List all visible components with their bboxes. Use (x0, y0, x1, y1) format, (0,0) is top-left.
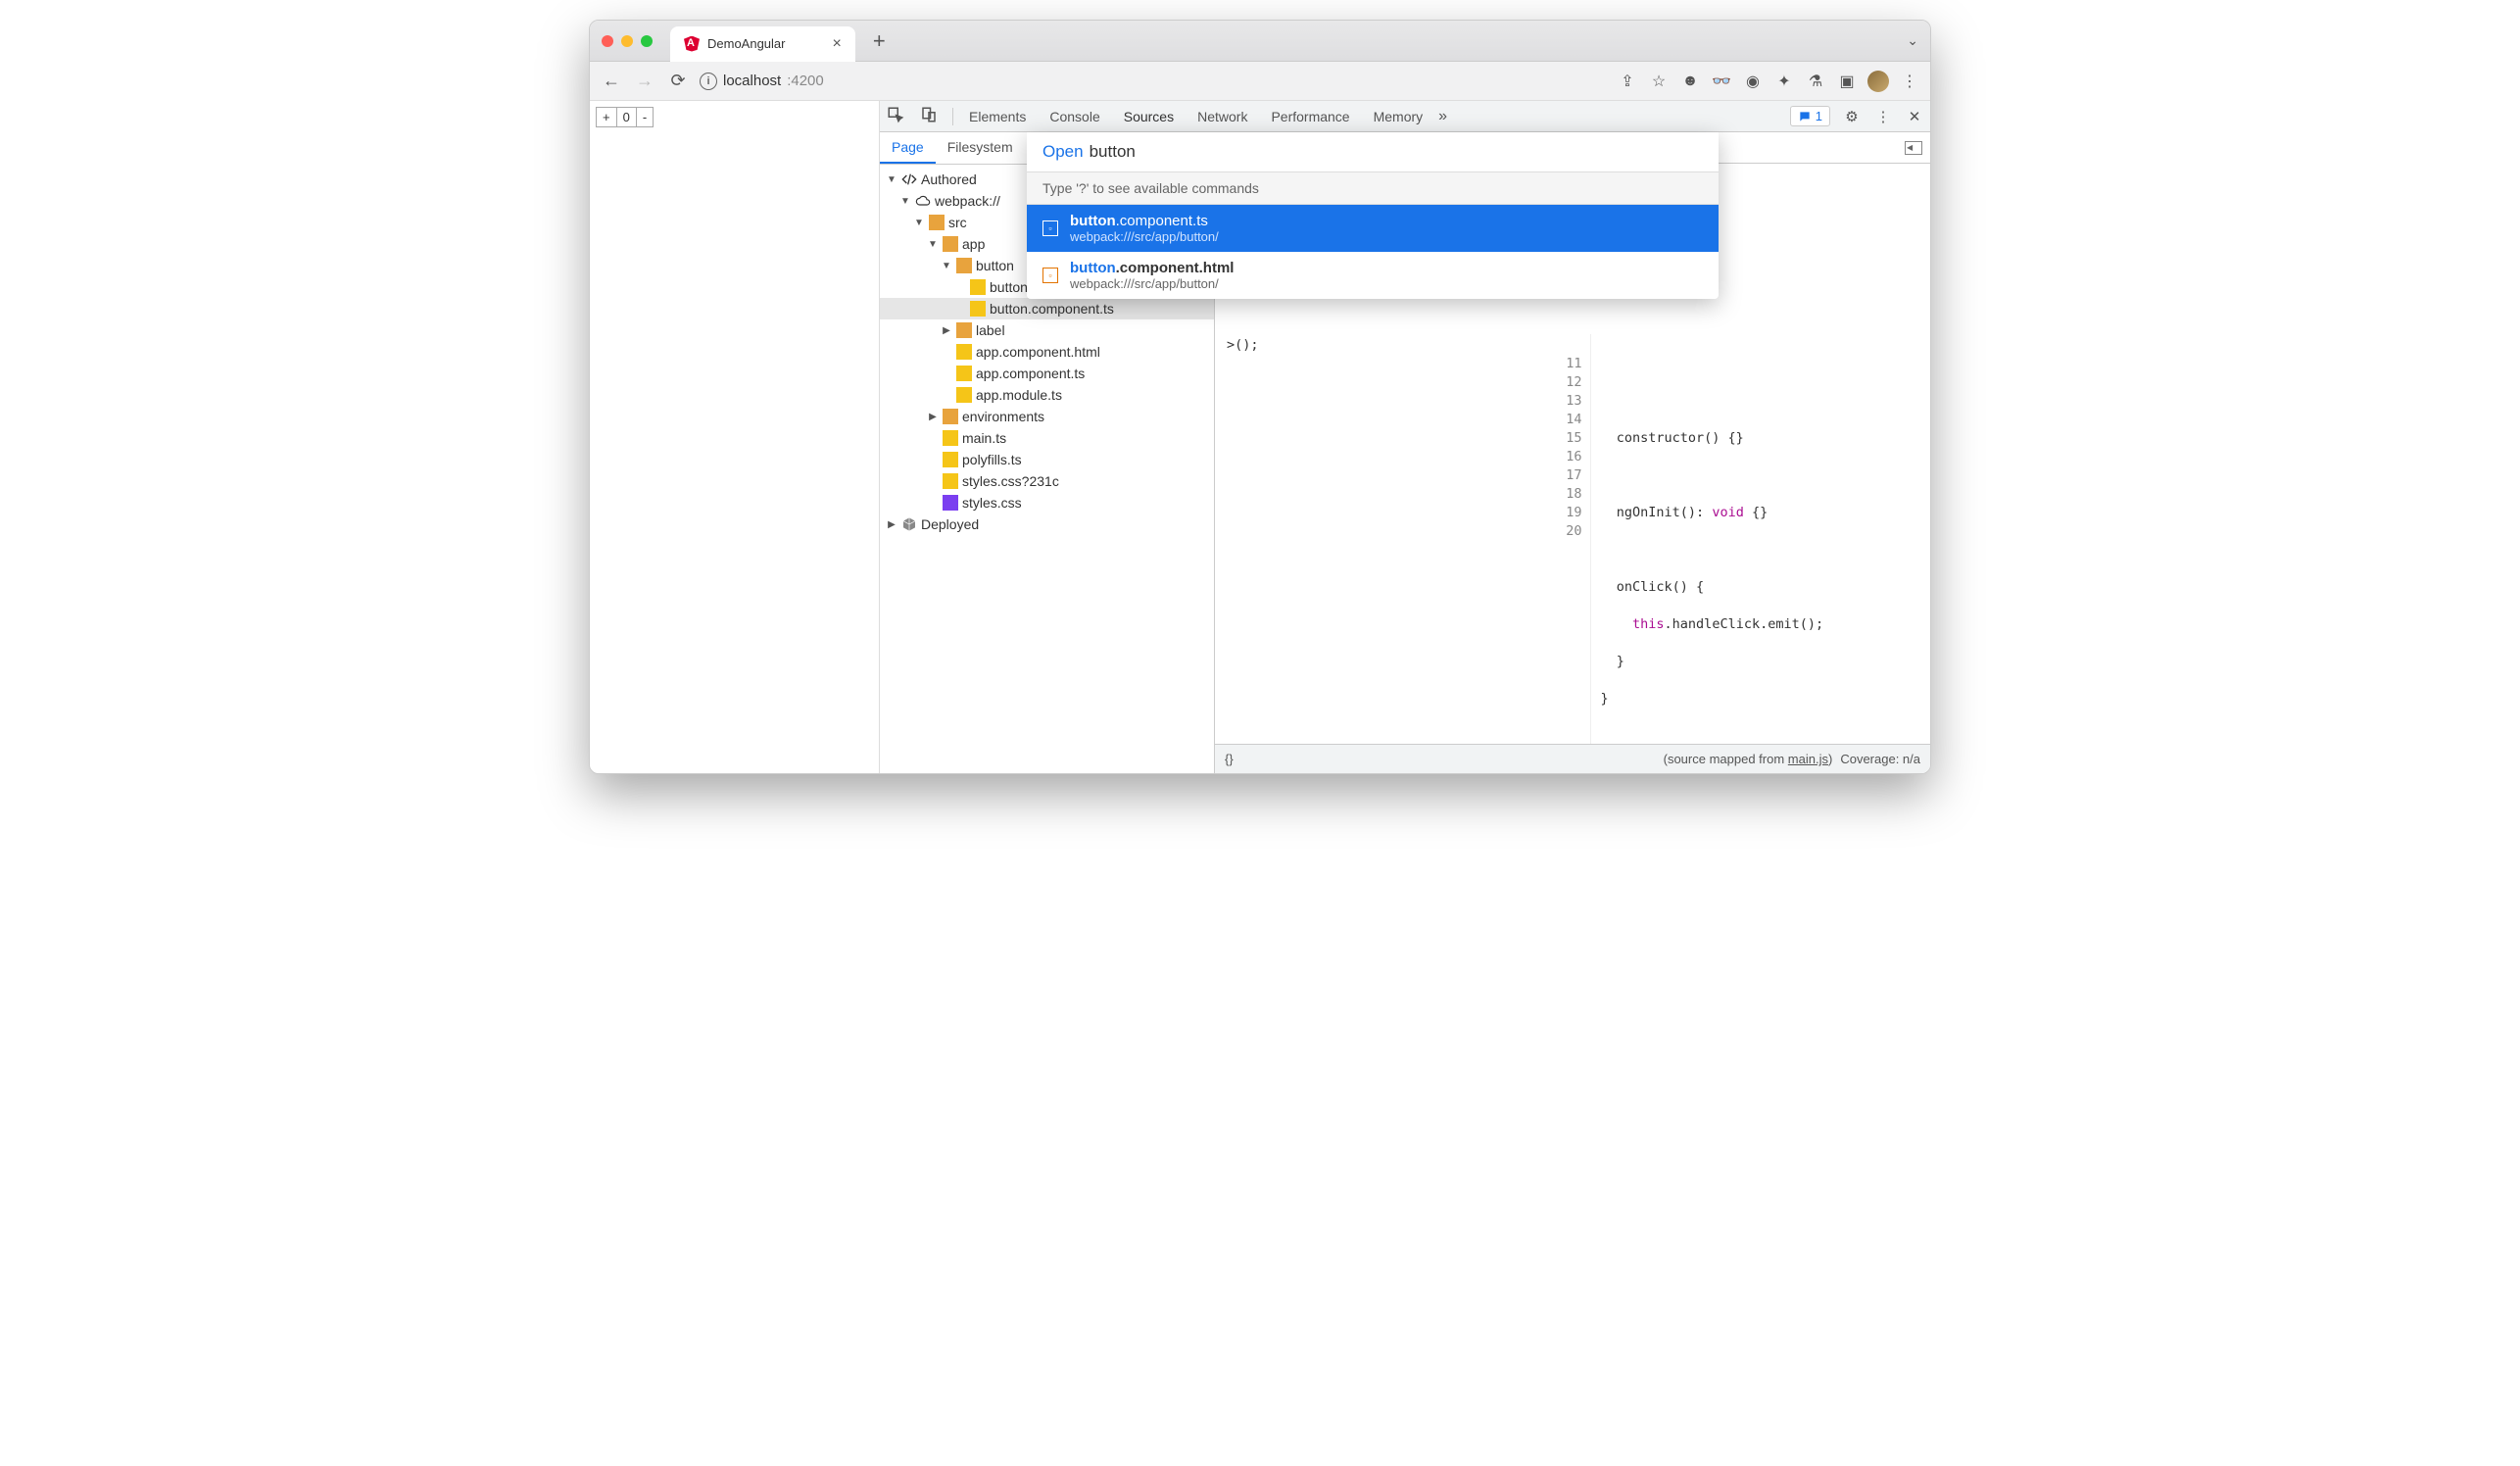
browser-tab[interactable]: DemoAngular × (670, 26, 855, 62)
traffic-lights (602, 35, 653, 47)
tree-app-html[interactable]: app.component.html (880, 341, 1214, 363)
site-info-icon[interactable]: i (700, 73, 717, 90)
device-toolbar-icon[interactable] (919, 106, 939, 127)
html-file-icon: ▫ (1042, 268, 1058, 283)
tab-network[interactable]: Network (1195, 103, 1249, 130)
url-field[interactable]: i localhost :4200 (700, 73, 824, 90)
file-icon (970, 301, 986, 317)
decrement-button[interactable]: - (637, 108, 653, 126)
extension-skull-icon[interactable]: ☻ (1679, 73, 1701, 90)
tab-console[interactable]: Console (1047, 103, 1101, 130)
tree-app-module[interactable]: app.module.ts (880, 384, 1214, 406)
file-icon (956, 387, 972, 403)
devtools-tabs: Elements Console Sources Network Perform… (967, 103, 1425, 130)
tab-elements[interactable]: Elements (967, 103, 1028, 130)
file-icon (956, 344, 972, 360)
close-tab-icon[interactable]: × (833, 35, 842, 53)
url-port: :4200 (787, 73, 824, 89)
file-icon (970, 279, 986, 295)
tree-environments[interactable]: ▶environments (880, 406, 1214, 427)
line-gutter: >(); 11 12 13 14 15 16 17 18 19 20 (1215, 334, 1591, 744)
close-devtools-icon[interactable]: ✕ (1905, 108, 1924, 125)
devtools-toolbar: Elements Console Sources Network Perform… (880, 101, 1930, 132)
address-bar: ← → ⟳ i localhost :4200 ⇪ ☆ ☻ 👓 ◉ ✦ ⚗ ▣ ⋮ (590, 62, 1930, 101)
profile-avatar[interactable] (1867, 71, 1889, 92)
forward-button[interactable]: → (633, 71, 656, 91)
panel-icon[interactable]: ▣ (1836, 72, 1858, 91)
file-icon (956, 366, 972, 381)
folder-icon (943, 409, 958, 424)
tree-button-ts[interactable]: button.component.ts (880, 298, 1214, 319)
issues-count: 1 (1816, 109, 1822, 123)
open-file-dialog: Open button Type '?' to see available co… (1027, 132, 1719, 299)
tree-app-ts[interactable]: app.component.ts (880, 363, 1214, 384)
tree-polyfills[interactable]: polyfills.ts (880, 449, 1214, 470)
open-file-result[interactable]: ▫ button.component.html webpack:///src/a… (1027, 252, 1719, 299)
settings-icon[interactable]: ⚙ (1842, 108, 1862, 125)
back-button[interactable]: ← (600, 71, 623, 91)
devtools-menu-icon[interactable]: ⋮ (1873, 108, 1893, 125)
open-label: Open (1042, 142, 1084, 162)
collapse-sidebar-icon[interactable] (1905, 141, 1922, 155)
tree-deployed[interactable]: ▶Deployed (880, 513, 1214, 535)
cloud-icon (915, 193, 931, 209)
open-file-hint: Type '?' to see available commands (1027, 171, 1719, 205)
extensions-icon[interactable]: ✦ (1773, 72, 1795, 91)
sidebar-tab-page[interactable]: Page (880, 132, 936, 164)
tree-main-ts[interactable]: main.ts (880, 427, 1214, 449)
file-icon (943, 495, 958, 511)
folder-icon (956, 322, 972, 338)
tab-title: DemoAngular (707, 36, 786, 51)
more-tabs-icon[interactable]: » (1438, 108, 1447, 125)
url-host: localhost (723, 73, 781, 89)
coverage-label: Coverage: n/a (1840, 752, 1920, 766)
open-query: button (1090, 142, 1136, 162)
file-icon (943, 430, 958, 446)
labs-icon[interactable]: ⚗ (1805, 72, 1826, 91)
share-icon[interactable]: ⇪ (1617, 72, 1638, 91)
angular-icon (684, 36, 700, 52)
tabs-dropdown-icon[interactable]: ⌄ (1907, 32, 1918, 49)
editor-footer: {} (source mapped from main.js) Coverage… (1215, 744, 1930, 773)
counter-value: 0 (616, 108, 637, 126)
bookmark-icon[interactable]: ☆ (1648, 72, 1670, 91)
tab-memory[interactable]: Memory (1372, 103, 1426, 130)
page-content: + 0 - (590, 101, 880, 773)
format-code-icon[interactable]: {} (1225, 752, 1234, 766)
box-icon (901, 516, 917, 532)
sidebar-tab-filesystem[interactable]: Filesystem (936, 132, 1025, 164)
minimize-window-icon[interactable] (621, 35, 633, 47)
file-icon (943, 452, 958, 467)
inspect-element-icon[interactable] (886, 106, 905, 127)
script-file-icon: ▫ (1042, 220, 1058, 236)
source-map-link[interactable]: main.js (1788, 752, 1828, 766)
open-file-result[interactable]: ▫ button.component.ts webpack:///src/app… (1027, 205, 1719, 252)
folder-icon (956, 258, 972, 273)
close-window-icon[interactable] (602, 35, 613, 47)
extension-glasses-icon[interactable]: 👓 (1711, 72, 1732, 91)
tree-styles-q[interactable]: styles.css?231c (880, 470, 1214, 492)
counter-control: + 0 - (596, 107, 654, 127)
issues-button[interactable]: 1 (1790, 106, 1830, 126)
increment-button[interactable]: + (597, 108, 616, 126)
reload-button[interactable]: ⟳ (666, 71, 690, 91)
window-titlebar: DemoAngular × + ⌄ (590, 21, 1930, 62)
tree-styles[interactable]: styles.css (880, 492, 1214, 513)
browser-menu-icon[interactable]: ⋮ (1899, 72, 1920, 91)
extension-globe-icon[interactable]: ◉ (1742, 72, 1764, 91)
open-file-input[interactable]: Open button (1027, 132, 1719, 171)
source-mapped-label: (source mapped from main.js) (1664, 752, 1833, 766)
devtools-panel: Elements Console Sources Network Perform… (880, 101, 1930, 773)
file-icon (943, 473, 958, 489)
code-editor[interactable]: >(); 11 12 13 14 15 16 17 18 19 20 const… (1215, 334, 1930, 744)
folder-icon (943, 236, 958, 252)
tab-sources[interactable]: Sources (1122, 103, 1176, 130)
tree-label-folder[interactable]: ▶label (880, 319, 1214, 341)
code-icon (901, 171, 917, 187)
tab-performance[interactable]: Performance (1269, 103, 1351, 130)
maximize-window-icon[interactable] (641, 35, 653, 47)
new-tab-button[interactable]: + (873, 28, 886, 54)
folder-icon (929, 215, 945, 230)
code-lines: constructor() {} ngOnInit(): void {} onC… (1591, 334, 1834, 744)
